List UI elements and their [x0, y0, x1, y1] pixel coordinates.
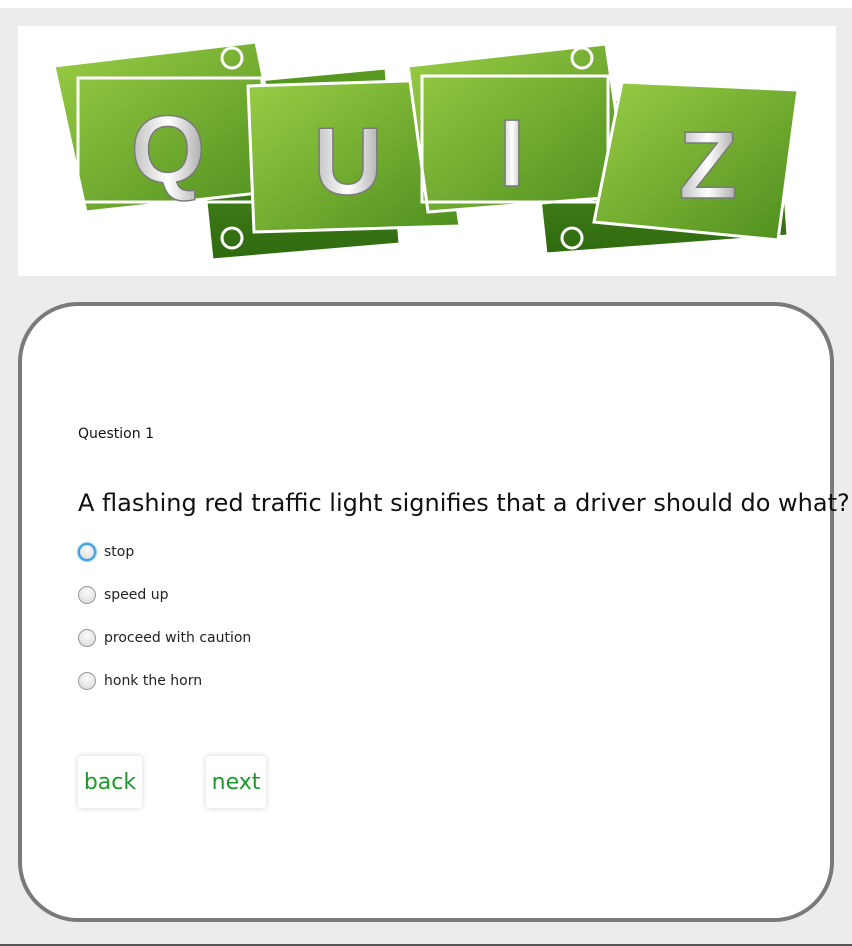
option-label: proceed with caution: [104, 630, 252, 646]
question-text: A flashing red traffic light signifies t…: [78, 489, 850, 517]
option-label: stop: [104, 544, 135, 560]
banner-letter-z: Z: [679, 112, 738, 219]
quiz-card: Question 1 A flashing red traffic light …: [18, 302, 850, 922]
radio-button[interactable]: [78, 543, 96, 561]
back-button[interactable]: back: [78, 756, 142, 808]
top-strip: [0, 0, 852, 8]
answer-options: stop speed up proceed with caution honk …: [78, 542, 251, 714]
banner-letter-u: U: [313, 108, 382, 215]
option-proceed-with-caution[interactable]: proceed with caution: [78, 628, 251, 671]
radio-button[interactable]: [78, 629, 96, 647]
quiz-banner-image: Q U I Z: [18, 26, 836, 276]
option-speed-up[interactable]: speed up: [78, 585, 251, 628]
banner-letter-q: Q: [131, 96, 206, 203]
option-label: speed up: [104, 587, 169, 603]
question-number: Question 1: [78, 426, 154, 442]
option-honk-the-horn[interactable]: honk the horn: [78, 671, 251, 714]
radio-button[interactable]: [78, 672, 96, 690]
quiz-logo: Q U I Z: [52, 40, 800, 262]
next-button[interactable]: next: [206, 756, 266, 808]
radio-button[interactable]: [78, 586, 96, 604]
banner-letter-i: I: [499, 100, 526, 207]
option-stop[interactable]: stop: [78, 542, 251, 585]
option-label: honk the horn: [104, 673, 203, 689]
